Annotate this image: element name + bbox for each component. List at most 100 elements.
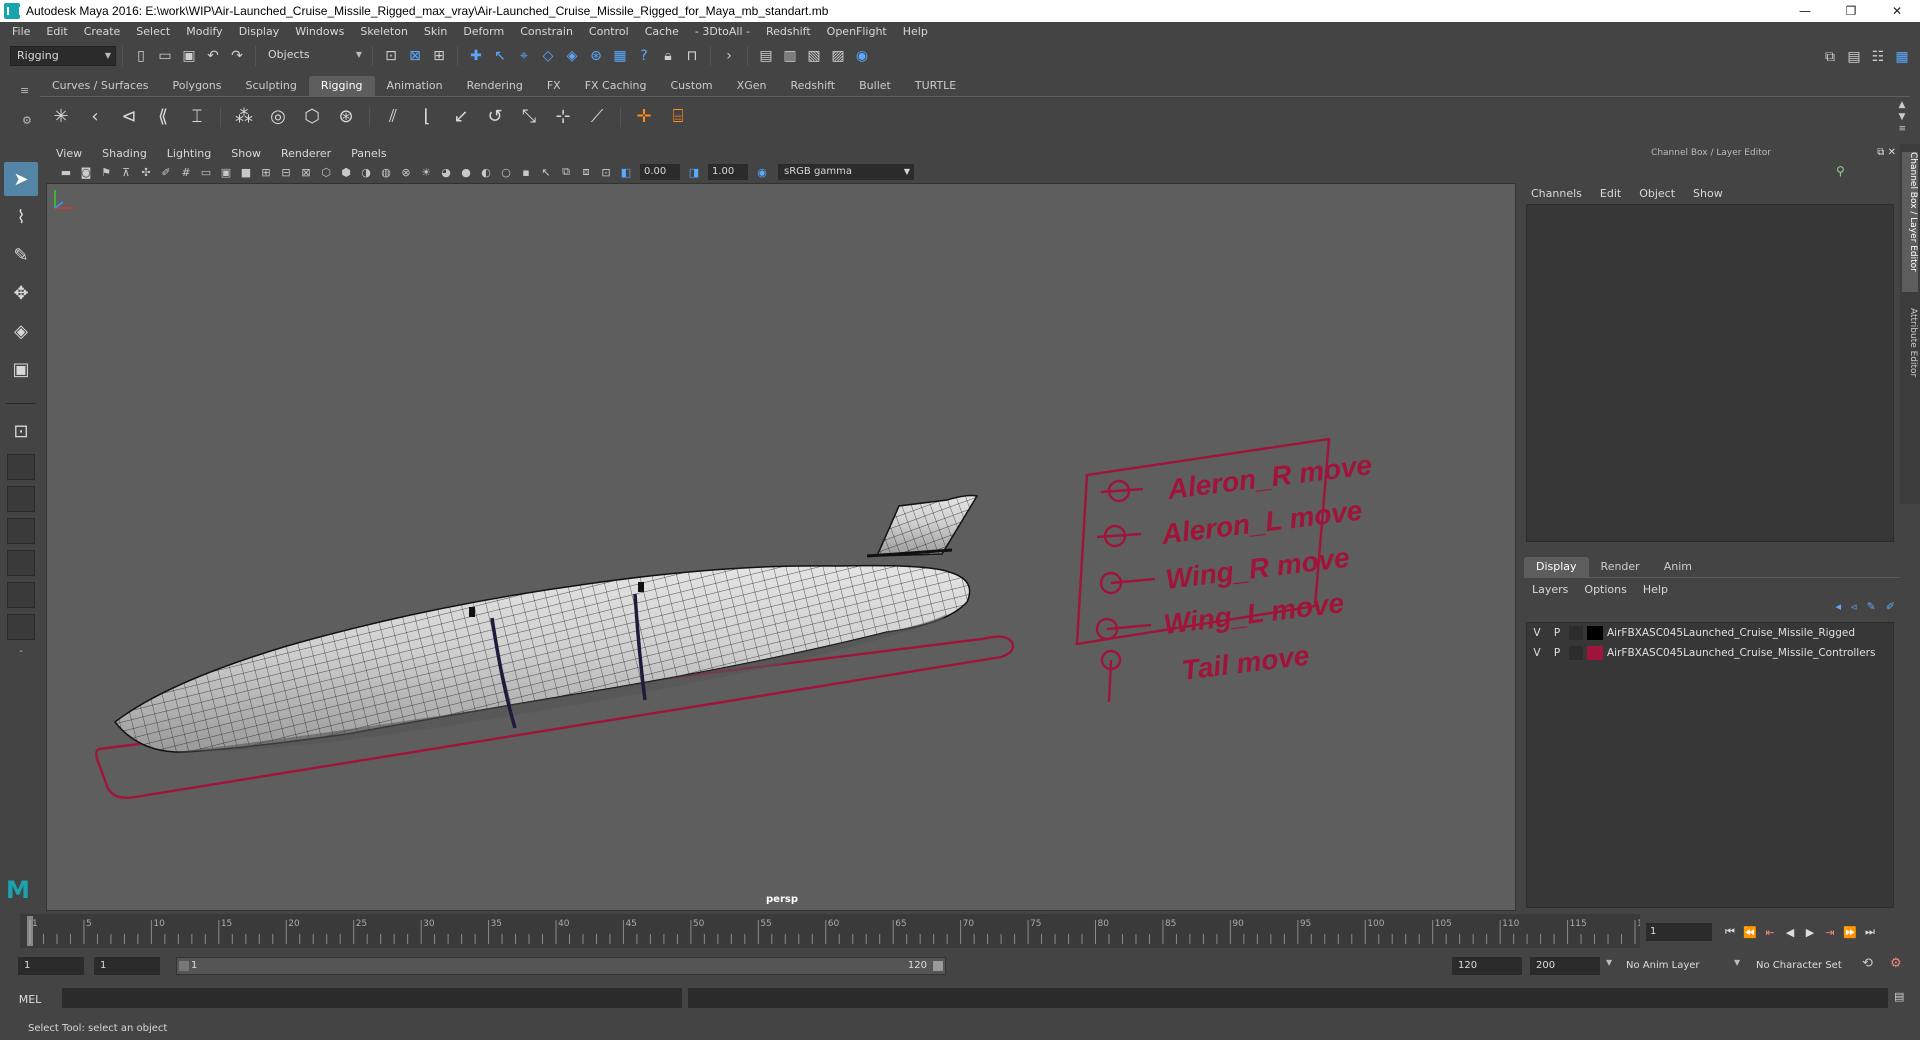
shelf-tab-fx[interactable]: FX	[535, 76, 573, 96]
restore-button[interactable]: ❐	[1828, 0, 1874, 22]
gamma-icon[interactable]: ◨	[685, 164, 703, 180]
hypershade-icon[interactable]: ▨	[827, 45, 849, 67]
go-to-end-icon[interactable]: ⏭	[1860, 925, 1880, 939]
viewport-menu-view[interactable]: View	[46, 147, 92, 160]
menu-constrain[interactable]: Constrain	[512, 22, 581, 42]
select-hierarchy-icon[interactable]: ⊡	[380, 45, 402, 67]
cluster-icon[interactable]: ⌸	[663, 102, 693, 132]
render-settings-icon[interactable]: ▧	[803, 45, 825, 67]
four-view-layout-icon[interactable]	[7, 454, 35, 480]
geometry-constraint-icon[interactable]: ⟋	[582, 102, 612, 132]
undo-icon[interactable]: ↶	[202, 45, 224, 67]
parent-constraint-icon[interactable]: ↺	[480, 102, 510, 132]
grid-icon[interactable]: #	[177, 164, 195, 180]
layer-visibility-toggle[interactable]: V	[1527, 647, 1547, 659]
command-input[interactable]	[62, 988, 682, 1008]
play-forward-icon[interactable]: ▶	[1800, 926, 1820, 939]
shelf-tab-custom[interactable]: Custom	[659, 76, 725, 96]
shelf-tab-animation[interactable]: Animation	[375, 76, 455, 96]
menu-3dtoall[interactable]: - 3DtoAll -	[687, 22, 758, 42]
layer-row[interactable]: V P AirFBXASC045Launched_Cruise_Missile_…	[1527, 623, 1893, 643]
menu-object[interactable]: Object	[1630, 187, 1684, 200]
shelf-settings-icon[interactable]: ⚙	[22, 114, 32, 127]
humanik-icon[interactable]: ⌶	[182, 102, 212, 132]
chevron-down-icon[interactable]: ▼	[1734, 958, 1740, 967]
geodesic-bind-icon[interactable]: ◎	[263, 102, 293, 132]
wireframe-on-shaded-icon[interactable]: ◑	[357, 164, 375, 180]
wing-r-handle[interactable]	[1099, 571, 1156, 595]
menu-redshift[interactable]: Redshift	[758, 22, 819, 42]
orient-constraint-icon[interactable]: ↙	[446, 102, 476, 132]
anti-aliasing-icon[interactable]: ○	[497, 164, 515, 180]
shelf-tab-bullet[interactable]: Bullet	[847, 76, 903, 96]
query-icon[interactable]: ?	[633, 45, 655, 67]
persp-graph-layout-icon[interactable]	[7, 518, 35, 544]
auto-key-icon[interactable]: ⟲	[1862, 956, 1873, 971]
character-set-dropdown[interactable]: No Character Set	[1750, 957, 1870, 975]
panel-float-close[interactable]: ⧉ ✕	[1877, 144, 1896, 162]
safe-title-icon[interactable]: ⊠	[297, 164, 315, 180]
render-frame-icon[interactable]: ▤	[755, 45, 777, 67]
exposure-field[interactable]: 0.00	[640, 164, 680, 180]
menu-windows[interactable]: Windows	[287, 22, 352, 42]
step-forward-key-icon[interactable]: ⏩	[1840, 926, 1860, 939]
step-forward-frame-icon[interactable]: ⇥	[1820, 926, 1840, 939]
single-perspective-layout-icon[interactable]: ⊡	[4, 414, 38, 448]
aim-constraint-icon[interactable]: ⌊	[412, 102, 442, 132]
shelf-scroll[interactable]: ▲ ▼ ≡	[1898, 99, 1906, 135]
joint-tool-icon[interactable]: ✳	[46, 102, 76, 132]
snap-grid-icon[interactable]: ✚	[465, 45, 487, 67]
menu-channels[interactable]: Channels	[1522, 187, 1591, 200]
color-management-icon[interactable]: ◉	[753, 164, 771, 180]
menu-channel-edit[interactable]: Edit	[1591, 187, 1630, 200]
shelf-tab-polygons[interactable]: Polygons	[161, 76, 234, 96]
select-component-icon[interactable]: ⊞	[428, 45, 450, 67]
select-tool-icon[interactable]: ➤	[4, 162, 38, 196]
layer-tab-anim[interactable]: Anim	[1652, 557, 1704, 577]
grease-pencil-icon[interactable]: ✐	[157, 164, 175, 180]
aileron-r-handle[interactable]	[1100, 479, 1144, 503]
render-view-icon[interactable]: ◉	[851, 45, 873, 67]
playback-start-field[interactable]: 1	[94, 957, 160, 975]
layer-display-type[interactable]	[1569, 646, 1583, 660]
animation-preferences-icon[interactable]: ⚙	[1890, 956, 1902, 971]
layer-tab-display[interactable]: Display	[1524, 557, 1589, 577]
channel-box-body[interactable]	[1526, 204, 1894, 542]
motion-blur-icon[interactable]: ◐	[477, 164, 495, 180]
menuset-dropdown[interactable]: Rigging	[10, 46, 116, 66]
default-material-icon[interactable]: ⊗	[397, 164, 415, 180]
locator-icon[interactable]: ✛	[629, 102, 659, 132]
perspective-viewport[interactable]: Aleron_R move Aleron_L move Wing_R move …	[46, 183, 1516, 911]
pole-vector-icon[interactable]: ⊹	[548, 102, 578, 132]
current-frame-field[interactable]: 1	[1646, 923, 1712, 941]
lasso-tool-icon[interactable]: ⌇	[4, 200, 38, 234]
hypershade-layout-icon[interactable]	[7, 582, 35, 608]
snap-pivot-icon[interactable]: ⊛	[585, 45, 607, 67]
shelf-tab-redshift[interactable]: Redshift	[778, 76, 847, 96]
menu-control[interactable]: Control	[581, 22, 637, 42]
side-tab-attribute-editor[interactable]: Attribute Editor	[1902, 308, 1918, 408]
history-icon[interactable]: ›	[718, 45, 740, 67]
channel-box-manip-icon[interactable]: ⚲	[1836, 164, 1845, 178]
menu-options[interactable]: Options	[1576, 583, 1634, 596]
snap-point-icon[interactable]: ⌖	[513, 45, 535, 67]
selection-mode-dropdown[interactable]: Objects	[262, 46, 366, 66]
outliner-layout-icon[interactable]	[7, 614, 35, 640]
image-plane-icon[interactable]: ⊼	[117, 164, 135, 180]
menu-select[interactable]: Select	[128, 22, 178, 42]
viewport-menu-shading[interactable]: Shading	[92, 147, 157, 160]
gamma-field[interactable]: 1.00	[708, 164, 748, 180]
menu-layer-help[interactable]: Help	[1635, 583, 1676, 596]
depth-of-field-icon[interactable]: ▪	[517, 164, 535, 180]
menu-edit[interactable]: Edit	[38, 22, 75, 42]
animation-end-field[interactable]: 200	[1530, 957, 1600, 975]
menu-channel-show[interactable]: Show	[1684, 187, 1732, 200]
open-scene-icon[interactable]: ▭	[154, 45, 176, 67]
bookmark-icon[interactable]: ⚑	[97, 164, 115, 180]
xray-components-icon[interactable]: ⊡	[597, 164, 615, 180]
shelf-tab-turtle[interactable]: TURTLE	[903, 76, 968, 96]
lights-icon[interactable]: ☀	[417, 164, 435, 180]
layer-color-swatch[interactable]	[1587, 646, 1603, 660]
persp-outliner-layout-icon[interactable]	[7, 550, 35, 576]
move-tool-icon[interactable]: ✥	[4, 276, 38, 310]
